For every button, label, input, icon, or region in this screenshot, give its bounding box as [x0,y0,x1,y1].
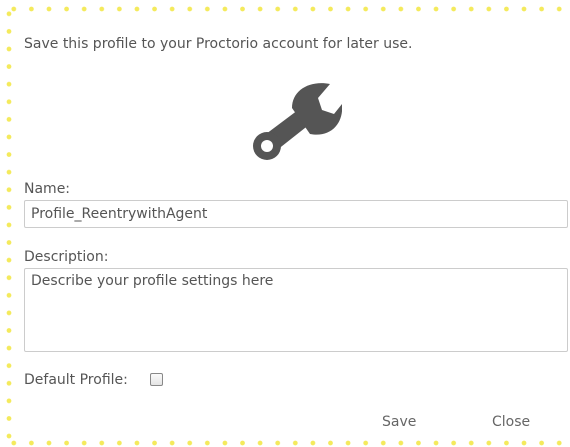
wrench-icon [253,83,342,160]
save-button[interactable]: Save [382,414,416,430]
name-label: Name: [24,181,71,197]
intro-text: Save this profile to your Proctorio acco… [24,36,413,52]
close-button[interactable]: Close [492,414,530,430]
dotted-border-left [5,5,13,447]
dotted-border-bottom [5,439,565,447]
description-input[interactable] [24,268,568,352]
default-profile-label: Default Profile: [24,372,128,388]
dotted-border-top [5,5,565,13]
description-label: Description: [24,249,109,265]
name-input[interactable] [24,200,568,228]
default-profile-checkbox[interactable] [150,373,163,386]
